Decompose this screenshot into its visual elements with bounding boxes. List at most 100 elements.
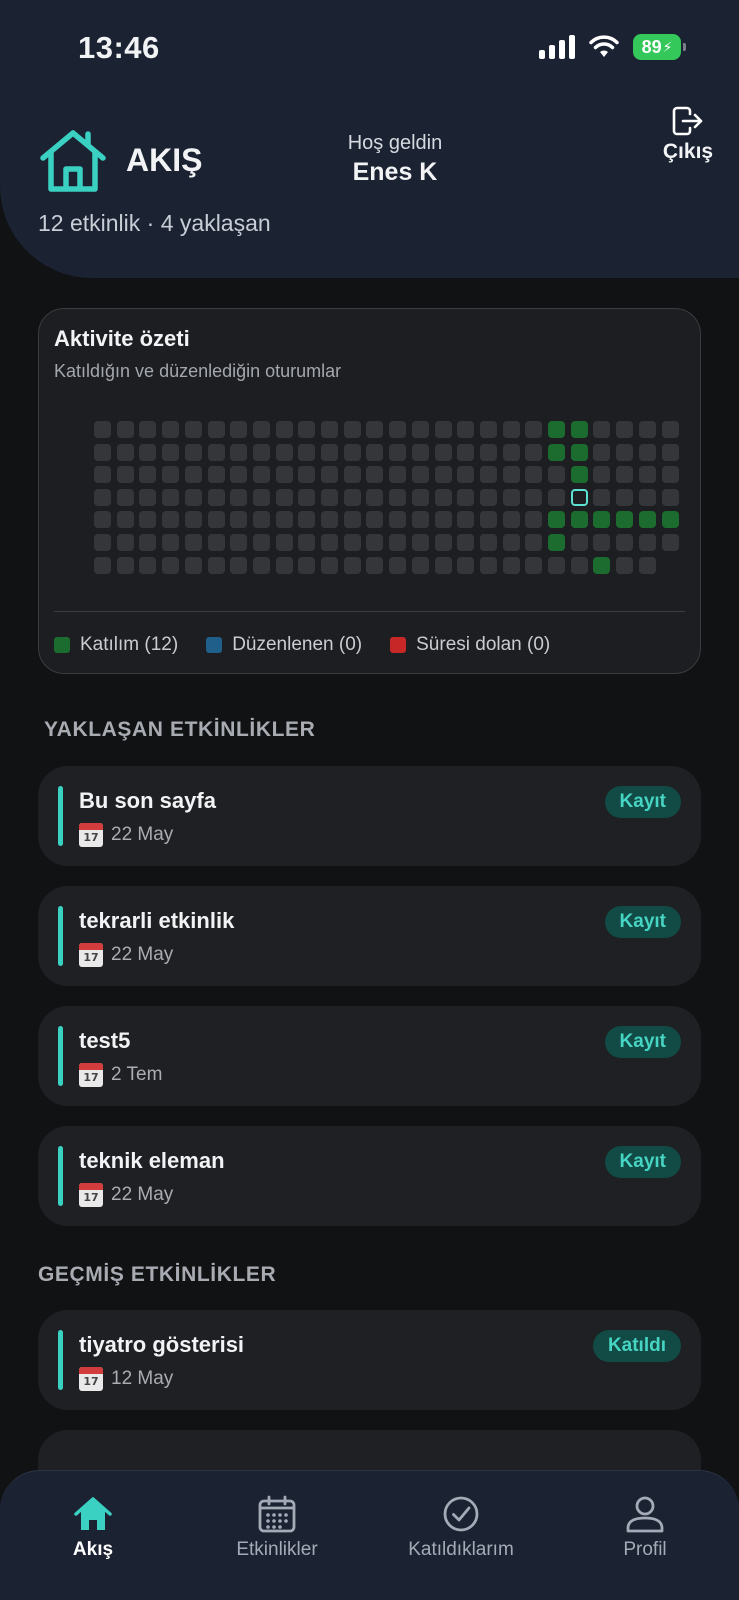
logout-icon xyxy=(672,106,703,136)
bottom-nav: Akış Etkinlikler Katıldıklarım Profil xyxy=(0,1470,739,1600)
heatmap-cell xyxy=(480,489,497,506)
event-name: teknik eleman xyxy=(79,1148,225,1173)
heatmap-cell xyxy=(321,444,338,461)
heatmap-cell xyxy=(321,421,338,438)
heatmap-cell xyxy=(253,557,270,574)
upcoming-section-title: YAKLAŞAN ETKİNLİKLER xyxy=(44,718,316,741)
page-title: AKIŞ xyxy=(126,142,203,178)
heatmap-cell xyxy=(593,534,610,551)
heatmap-cell xyxy=(480,421,497,438)
heatmap-cell-attended xyxy=(548,421,565,438)
heatmap-cell xyxy=(276,511,293,528)
event-name: Bu son sayfa xyxy=(79,788,216,813)
past-section-title: GEÇMİŞ ETKİNLİKLER xyxy=(38,1263,277,1286)
logout-label: Çıkış xyxy=(662,140,714,163)
registration-badge: Kayıt xyxy=(604,1026,681,1058)
legend-swatch xyxy=(54,637,70,653)
event-card[interactable]: tekrarli etkinlik 17 22 May Kayıt xyxy=(38,886,701,986)
nav-label: Akış xyxy=(72,1539,114,1560)
heatmap-cell xyxy=(253,511,270,528)
heatmap-cell xyxy=(139,421,156,438)
nav-item-attended[interactable]: Katıldıklarım xyxy=(381,1495,541,1561)
heatmap-cell xyxy=(366,557,383,574)
heatmap-cell xyxy=(276,534,293,551)
heatmap-cell xyxy=(344,534,361,551)
user-icon xyxy=(626,1496,664,1533)
heatmap-cell xyxy=(366,511,383,528)
heatmap-cell xyxy=(503,511,520,528)
charging-icon: ⚡ xyxy=(662,38,673,55)
calendar-icon-day: 17 xyxy=(83,831,99,844)
calendar-icon-day: 17 xyxy=(83,1191,99,1204)
heatmap-cell xyxy=(276,421,293,438)
heatmap-cell xyxy=(639,489,656,506)
heatmap-cell-attended xyxy=(548,511,565,528)
heatmap-cell xyxy=(639,557,656,574)
nav-item-feed[interactable]: Akış xyxy=(13,1495,173,1561)
nav-item-events[interactable]: Etkinlikler xyxy=(197,1495,357,1561)
heatmap-cell xyxy=(298,557,315,574)
heatmap-cell xyxy=(276,557,293,574)
heatmap-cell xyxy=(389,421,406,438)
calendar-icon-day: 17 xyxy=(83,1375,99,1388)
event-card[interactable]: Bu son sayfa 17 22 May Kayıt xyxy=(38,766,701,866)
check-circle-icon xyxy=(443,1496,479,1532)
heatmap-cell xyxy=(344,511,361,528)
legend-label: Süresi dolan (0) xyxy=(416,634,551,655)
heatmap-cell xyxy=(185,444,202,461)
event-summary: 12 etkinlik · 4 yaklaşan xyxy=(38,210,271,236)
heatmap-cell xyxy=(298,489,315,506)
heatmap-cell xyxy=(639,466,656,483)
event-card[interactable]: tiyatro gösterisi 17 12 May Katıldı xyxy=(38,1310,701,1410)
legend-label: Katılım (12) xyxy=(80,634,179,655)
heatmap-cell xyxy=(139,534,156,551)
heatmap-cell xyxy=(412,466,429,483)
heatmap-cell xyxy=(276,466,293,483)
heatmap-cell xyxy=(435,444,452,461)
heatmap-cell xyxy=(208,511,225,528)
heatmap-cell xyxy=(230,534,247,551)
heatmap-cell xyxy=(571,557,588,574)
registration-badge: Kayıt xyxy=(604,906,681,938)
event-date: 22 May xyxy=(111,944,174,965)
heatmap-cell xyxy=(525,511,542,528)
legend-swatch xyxy=(206,637,223,653)
heatmap-cell-attended xyxy=(571,421,588,438)
heatmap-cell xyxy=(321,557,338,574)
heatmap-cell xyxy=(253,466,270,483)
heatmap-cell xyxy=(662,489,679,506)
heatmap-cell xyxy=(230,511,247,528)
heatmap-cell xyxy=(253,444,270,461)
logout-button[interactable]: Çıkış xyxy=(648,106,728,164)
calendar-icon-day: 17 xyxy=(83,1071,99,1084)
heatmap-cell xyxy=(298,534,315,551)
activity-subtitle: Katıldığın ve düzenlediğin oturumlar xyxy=(54,361,342,381)
heatmap-cell xyxy=(366,534,383,551)
legend-item-organized: Düzenlenen (0) xyxy=(206,634,362,656)
heatmap-cell xyxy=(185,489,202,506)
heatmap-cell xyxy=(298,466,315,483)
heatmap-cell xyxy=(457,489,474,506)
heatmap-cell xyxy=(662,466,679,483)
event-date-row: 17 2 Tem xyxy=(79,1063,162,1087)
heatmap-cell xyxy=(639,421,656,438)
event-date-row: 17 12 May xyxy=(79,1367,173,1391)
heatmap-cell xyxy=(94,511,111,528)
event-card[interactable]: test5 17 2 Tem Kayıt xyxy=(38,1006,701,1106)
heatmap-cell-attended xyxy=(639,511,656,528)
event-date-row: 17 22 May xyxy=(79,1183,173,1207)
heatmap-cell xyxy=(344,421,361,438)
nav-item-profile[interactable]: Profil xyxy=(565,1495,725,1561)
cellular-signal-icon xyxy=(539,35,575,59)
heatmap-cell xyxy=(503,466,520,483)
heatmap-cell xyxy=(480,511,497,528)
heatmap-cell xyxy=(230,421,247,438)
heatmap-cell xyxy=(389,466,406,483)
heatmap-cell-attended xyxy=(662,511,679,528)
activity-title: Aktivite özeti xyxy=(54,326,190,351)
heatmap-cell xyxy=(435,421,452,438)
legend-item-expired: Süresi dolan (0) xyxy=(390,634,550,656)
heatmap-cell xyxy=(162,534,179,551)
heatmap-cell xyxy=(503,557,520,574)
event-card[interactable]: teknik eleman 17 22 May Kayıt xyxy=(38,1126,701,1226)
